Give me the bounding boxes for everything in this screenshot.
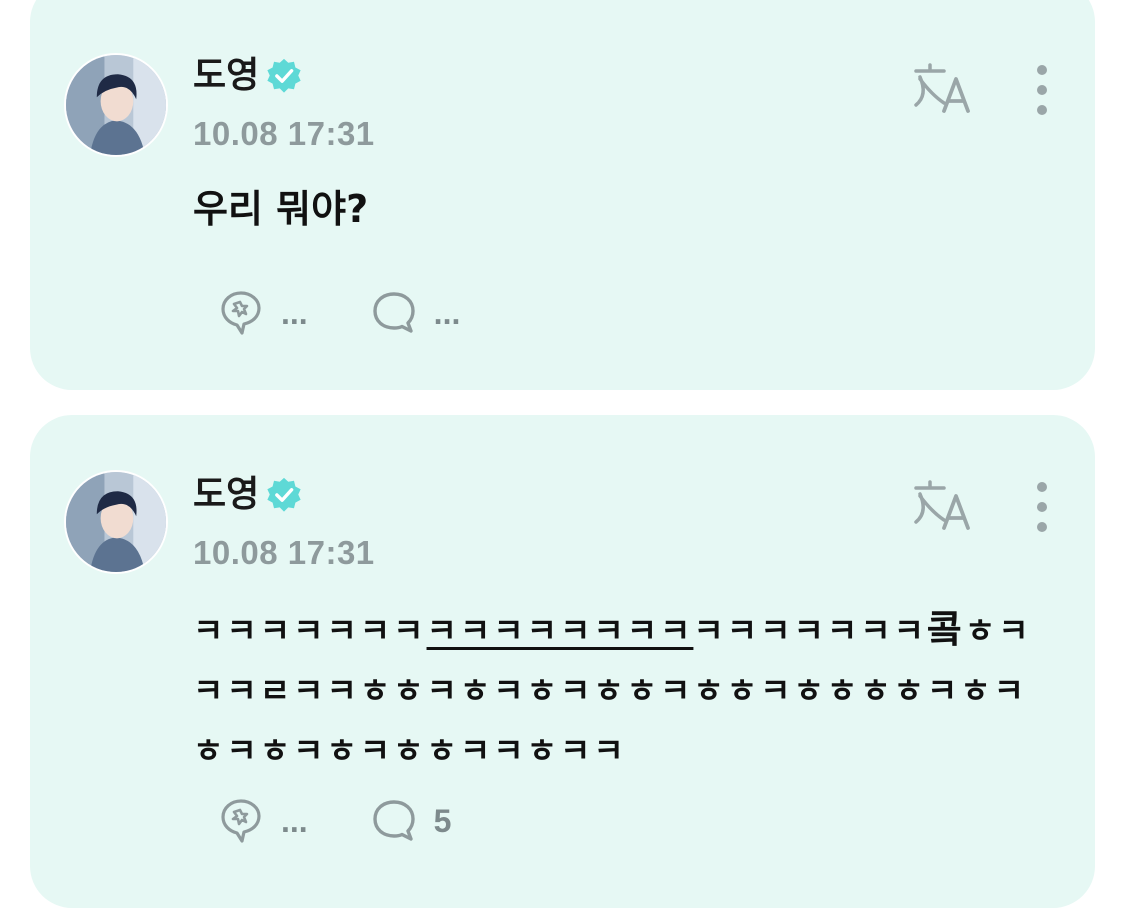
author-row: 도영 xyxy=(193,52,303,100)
comment-bubble-icon xyxy=(372,292,415,333)
avatar[interactable] xyxy=(64,53,168,157)
comment-count: 5 xyxy=(433,802,452,839)
author-name[interactable]: 도영 xyxy=(193,471,259,519)
reaction-button[interactable]: ... xyxy=(215,287,308,339)
comment-button[interactable]: ... xyxy=(368,287,461,339)
verified-badge-icon xyxy=(267,477,301,512)
post-text-underlined: ㅋㅋㅋㅋㅋㅋㅋㅋ xyxy=(426,611,694,650)
reaction-icon xyxy=(221,799,261,843)
more-vertical-icon[interactable] xyxy=(1030,63,1054,117)
author-name[interactable]: 도영 xyxy=(193,52,259,100)
reaction-count: ... xyxy=(281,294,308,331)
post-text: 우리 뭐야? xyxy=(193,187,369,231)
reaction-button[interactable]: ... xyxy=(215,795,308,847)
reaction-icon xyxy=(221,291,261,335)
post-actions: ... 5 xyxy=(215,795,511,847)
author-row: 도영 xyxy=(193,471,303,519)
reaction-count: ... xyxy=(281,802,308,839)
post-text: ㅋㅋㅋㅋㅋㅋㅋㅋㅋㅋㅋㅋㅋㅋㅋㅋㅋㅋㅋㅋㅋㅋ콬ㅎㅋㅋㅋㄹㅋㅋㅎㅎㅋㅎㅋㅎㅋㅎㅎㅋ… xyxy=(193,599,1053,781)
comment-button[interactable]: 5 xyxy=(368,795,452,847)
translate-icon[interactable] xyxy=(910,478,974,532)
post-text-bold-char: 콬 xyxy=(926,607,965,651)
post-timestamp: 10.08 17:31 xyxy=(193,534,375,571)
verified-badge-icon xyxy=(267,58,301,93)
post-text-segment: ㅋㅋㅋㅋㅋㅋㅋ xyxy=(693,611,927,650)
post-text-segment: ㅋㅋㅋㅋㅋㅋㅋ xyxy=(193,611,427,650)
post-card[interactable]: 도영 10.08 17:31 우리 뭐야? ... ... xyxy=(30,0,1095,390)
translate-icon[interactable] xyxy=(910,61,974,115)
comment-count: ... xyxy=(433,294,461,331)
avatar[interactable] xyxy=(64,470,168,574)
post-timestamp: 10.08 17:31 xyxy=(193,115,375,152)
post-feed: 도영 10.08 17:31 우리 뭐야? ... ... 도영 10.08 1… xyxy=(0,0,1125,914)
more-vertical-icon[interactable] xyxy=(1030,480,1054,534)
comment-bubble-icon xyxy=(372,800,415,841)
post-card[interactable]: 도영 10.08 17:31 ㅋㅋㅋㅋㅋㅋㅋㅋㅋㅋㅋㅋㅋㅋㅋㅋㅋㅋㅋㅋㅋㅋ콬ㅎㅋ… xyxy=(30,415,1095,908)
post-actions: ... ... xyxy=(215,287,520,339)
